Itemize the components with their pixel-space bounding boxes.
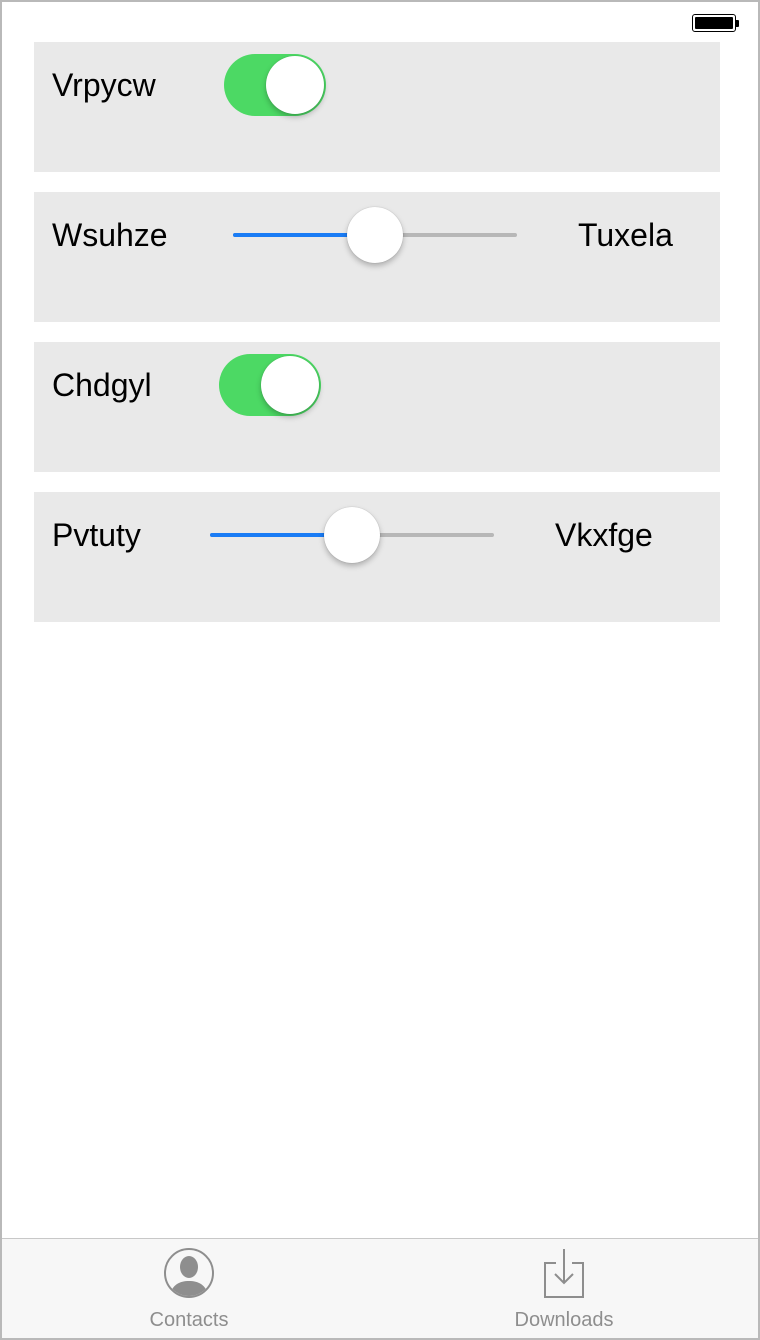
tab-downloads[interactable]: Downloads bbox=[464, 1239, 664, 1338]
tab-bar: Contacts Downloads bbox=[2, 1238, 758, 1338]
tab-label: Downloads bbox=[514, 1309, 614, 1331]
toggle-switch[interactable] bbox=[224, 54, 326, 116]
app-screen: Vrpycw Wsuhze Tuxela Chdgyl Pvtuty Vkxfg… bbox=[0, 0, 760, 1340]
battery-full-icon bbox=[692, 14, 739, 32]
row-label: Pvtuty bbox=[52, 517, 141, 553]
settings-row-2: Wsuhze Tuxela bbox=[34, 192, 720, 322]
slider[interactable] bbox=[210, 504, 494, 564]
settings-row-4: Pvtuty Vkxfge bbox=[34, 492, 720, 622]
slider[interactable] bbox=[233, 204, 517, 264]
tab-contacts[interactable]: Contacts bbox=[89, 1239, 289, 1338]
slider-value-label: Tuxela bbox=[578, 217, 673, 253]
slider-thumb[interactable] bbox=[324, 507, 380, 563]
download-tray-icon bbox=[542, 1247, 586, 1304]
slider-thumb[interactable] bbox=[347, 207, 403, 263]
toggle-knob bbox=[266, 56, 324, 114]
row-label: Wsuhze bbox=[52, 217, 168, 253]
slider-value-label: Vkxfge bbox=[555, 517, 653, 553]
toggle-knob bbox=[261, 356, 319, 414]
person-circle-icon bbox=[163, 1247, 215, 1304]
settings-row-1: Vrpycw bbox=[34, 42, 720, 172]
toggle-switch[interactable] bbox=[219, 354, 321, 416]
settings-row-3: Chdgyl bbox=[34, 342, 720, 472]
row-label: Vrpycw bbox=[52, 67, 156, 103]
row-label: Chdgyl bbox=[52, 367, 152, 403]
tab-label: Contacts bbox=[149, 1309, 229, 1331]
